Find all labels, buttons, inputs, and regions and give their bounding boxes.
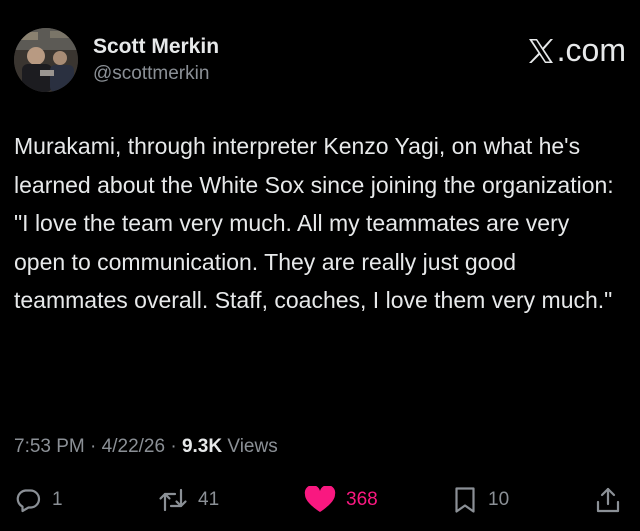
repost-count: 41 [198,489,220,510]
share-button[interactable] [594,480,622,520]
bookmark-button[interactable]: 10 [452,480,509,520]
repost-button[interactable]: 41 [158,480,219,520]
like-button[interactable]: 368 [304,480,378,520]
x-logo-icon [526,36,556,66]
tweet-card: Scott Merkin @scottmerkin .com Murakami,… [0,0,640,531]
action-bar: 1 41 368 10 [14,480,626,520]
author-handle[interactable]: @scottmerkin [93,62,219,86]
avatar[interactable] [14,28,78,92]
tweet-time[interactable]: 7:53 PM [14,436,85,457]
heart-icon [304,486,336,514]
meta-separator: · [170,436,177,457]
reply-count: 1 [52,489,63,510]
reply-button[interactable]: 1 [14,480,63,520]
bookmark-icon [452,486,478,514]
tweet-text: Murakami, through interpreter Kenzo Yagi… [14,133,614,313]
like-count: 368 [346,489,378,510]
brand-label: .com [556,32,626,68]
bookmark-count: 10 [488,489,510,510]
tweet-date[interactable]: 4/22/26 [102,436,165,457]
share-icon [594,486,622,514]
views-count: 9.3K [181,436,223,457]
author-names: Scott Merkin @scottmerkin [93,34,219,86]
tweet-meta: 7:53 PM · 4/22/26 · 9.3K Views [14,434,278,460]
tweet-header: Scott Merkin @scottmerkin .com [14,28,626,92]
reply-icon [14,486,42,514]
meta-separator: · [90,436,97,457]
brand-watermark: .com [526,32,626,69]
repost-icon [158,486,188,514]
views-label: Views [227,436,278,457]
author-display-name[interactable]: Scott Merkin [93,34,219,60]
